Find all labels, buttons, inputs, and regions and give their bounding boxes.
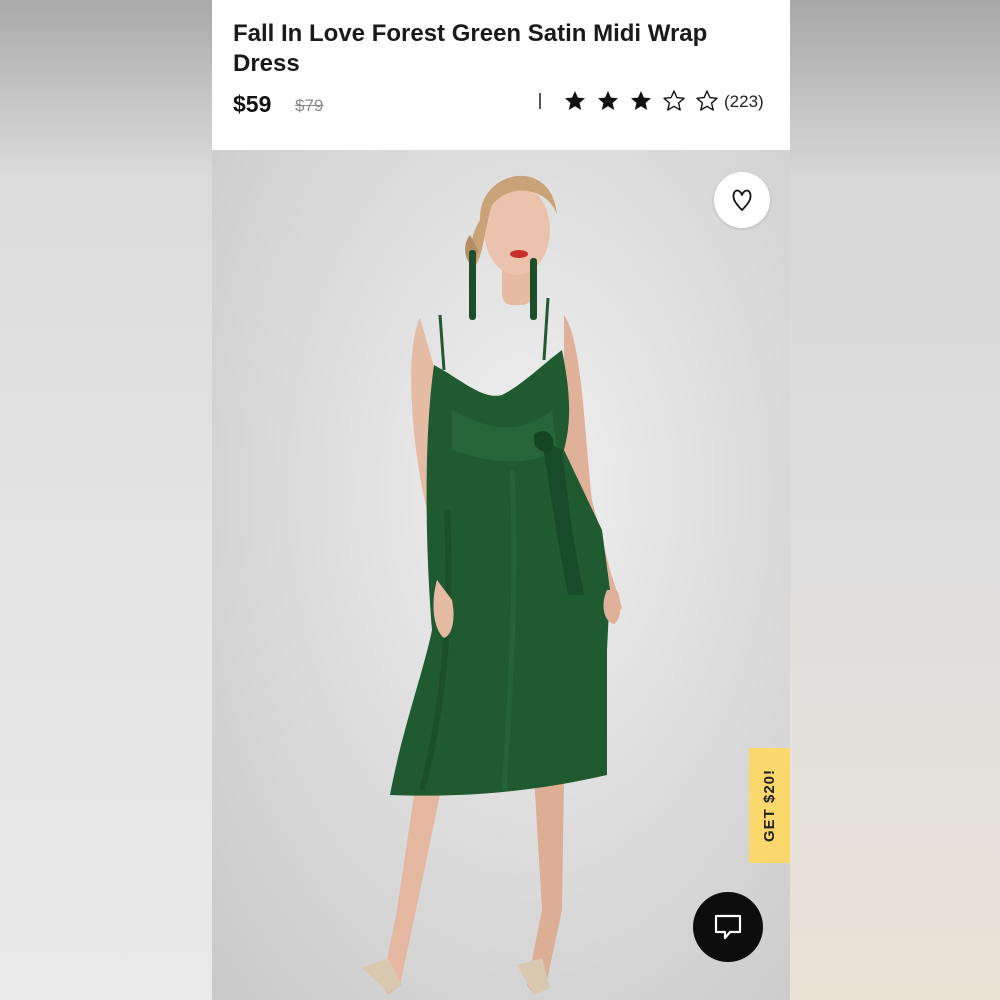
star-filled-icon <box>591 87 624 115</box>
chat-button[interactable] <box>693 892 763 962</box>
original-price: $79 <box>295 96 324 115</box>
review-count[interactable]: (223) <box>724 92 764 112</box>
star-filled-icon <box>624 87 657 115</box>
rating-divider <box>539 93 541 109</box>
star-filled-icon <box>558 87 591 115</box>
product-page: Fall In Love Forest Green Satin Midi Wra… <box>212 0 790 1000</box>
star-outline-icon <box>690 87 723 115</box>
model-photo <box>362 175 622 995</box>
wishlist-button[interactable] <box>714 172 770 228</box>
product-image[interactable]: GET $20! <box>212 150 790 1000</box>
background-right <box>790 0 1000 1000</box>
star-rating[interactable] <box>558 87 723 115</box>
product-title: Fall In Love Forest Green Satin Midi Wra… <box>233 20 708 77</box>
heart-icon <box>732 189 752 211</box>
promo-tab[interactable]: GET $20! <box>749 748 790 863</box>
product-header: Fall In Love Forest Green Satin Midi Wra… <box>212 0 790 150</box>
sale-price: $59 <box>233 91 272 117</box>
star-outline-icon <box>657 87 690 115</box>
promo-label: GET $20! <box>761 768 778 843</box>
chat-bubble-icon <box>714 914 742 940</box>
background-left <box>0 0 212 1000</box>
